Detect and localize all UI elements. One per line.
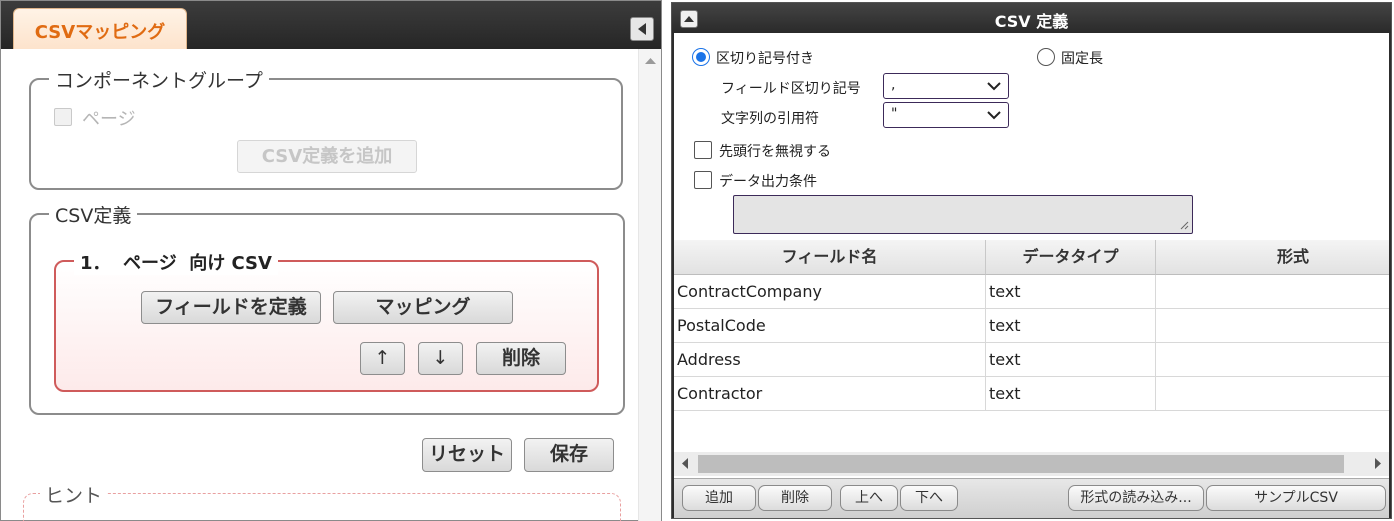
field-name-cell: Address (674, 343, 986, 377)
table-row[interactable]: ContractCompany text (674, 275, 1389, 309)
add-csv-definition-button[interactable]: CSV定義を追加 (237, 140, 417, 173)
tab-csv-mapping-label: CSVマッピング (34, 22, 166, 43)
delete-field-button[interactable]: 削除 (758, 485, 832, 511)
scroll-left-icon[interactable] (681, 458, 689, 469)
csv-definition-item: 1． ページ 向け CSV フィールドを定義 マッピング ↑ ↓ 削除 (54, 249, 599, 392)
quote-char-label: 文字列の引用符 (721, 111, 819, 127)
mapping-button[interactable]: マッピング (333, 291, 513, 324)
csv-definition-legend: CSV定義 (49, 201, 138, 228)
data-output-condition-label: データ出力条件 (719, 174, 817, 190)
reset-button[interactable]: リセット (422, 438, 512, 472)
hint-legend: ヒント (40, 481, 108, 508)
left-scrollbar[interactable] (638, 49, 661, 521)
move-up-button[interactable]: ↑ (360, 342, 405, 375)
save-button[interactable]: 保存 (524, 438, 614, 472)
csv-definition-fieldset: CSV定義 1． ページ 向け CSV フィールドを定義 マッピング ↑ ↓ 削… (29, 201, 625, 415)
table-action-bar: 追加 削除 上へ 下へ 形式の読み込み... サンプルCSV (674, 478, 1389, 518)
csv-definition-panel: CSV 定義 区切り記号付き 固定長 フィールド区切り記号 , 文字列の引用符 … (671, 2, 1392, 519)
page-checkbox[interactable] (54, 108, 72, 126)
component-group-fieldset: コンポーネントグループ ページ CSV定義を追加 (29, 66, 623, 190)
quote-char-value: " (891, 106, 898, 122)
dialog-title: CSV 定義 (994, 12, 1069, 31)
left-panel-header: CSVマッピング (1, 1, 661, 49)
format-cell (1156, 377, 1389, 411)
page-checkbox-label: ページ (82, 109, 136, 130)
define-fields-button[interactable]: フィールドを定義 (141, 291, 321, 324)
column-header-field-name[interactable]: フィールド名 (674, 240, 986, 275)
data-type-cell: text (986, 343, 1156, 377)
horizontal-scroll-thumb[interactable] (698, 455, 1344, 473)
format-cell (1156, 309, 1389, 343)
move-field-down-button[interactable]: 下へ (900, 485, 958, 511)
add-field-button[interactable]: 追加 (682, 485, 756, 511)
move-field-up-button[interactable]: 上へ (840, 485, 898, 511)
data-output-condition-textarea[interactable] (733, 195, 1193, 234)
table-row[interactable]: Contractor text (674, 377, 1389, 411)
hint-fieldset: ヒント (23, 481, 621, 521)
csv-item-title: 1． ページ 向け CSV (74, 249, 278, 275)
field-delimiter-label: フィールド区切り記号 (721, 81, 861, 97)
component-group-legend: コンポーネントグループ (49, 66, 269, 93)
delimited-radio[interactable] (692, 48, 710, 66)
chevron-down-icon (987, 111, 1001, 120)
table-row[interactable]: Address text (674, 343, 1389, 377)
field-table: フィールド名 データタイプ 形式 ContractCompany text Po… (674, 240, 1389, 450)
ignore-header-label: 先頭行を無視する (719, 144, 831, 160)
resize-grip-icon[interactable] (1180, 221, 1189, 230)
csv-mapping-panel: CSVマッピング コンポーネントグループ ページ CSV定義を追加 CSV定義 … (0, 0, 662, 521)
delete-button[interactable]: 削除 (476, 342, 566, 375)
quote-char-select[interactable]: " (883, 102, 1009, 128)
field-name-cell: PostalCode (674, 309, 986, 343)
chevron-down-icon (987, 82, 1001, 91)
data-type-cell: text (986, 275, 1156, 309)
field-name-cell: Contractor (674, 377, 986, 411)
table-row[interactable]: PostalCode text (674, 309, 1389, 343)
load-format-button[interactable]: 形式の読み込み... (1068, 485, 1204, 511)
data-type-cell: text (986, 377, 1156, 411)
delimited-label: 区切り記号付き (716, 51, 814, 67)
column-header-data-type[interactable]: データタイプ (986, 240, 1156, 275)
fixed-length-label: 固定長 (1061, 51, 1103, 67)
csv-definition-titlebar: CSV 定義 (672, 3, 1391, 33)
scroll-up-icon[interactable] (645, 57, 656, 65)
horizontal-scrollbar[interactable] (674, 452, 1389, 476)
panel-right-border (1389, 33, 1391, 518)
ignore-header-checkbox[interactable] (694, 141, 712, 159)
sample-csv-button[interactable]: サンプルCSV (1206, 485, 1386, 511)
format-cell (1156, 275, 1389, 309)
move-down-button[interactable]: ↓ (418, 342, 463, 375)
data-type-cell: text (986, 309, 1156, 343)
column-header-format[interactable]: 形式 (1156, 240, 1389, 275)
tab-csv-mapping[interactable]: CSVマッピング (13, 8, 187, 49)
field-delimiter-select[interactable]: , (883, 73, 1009, 99)
collapse-panel-button[interactable] (630, 17, 654, 41)
field-delimiter-value: , (891, 77, 896, 93)
scroll-right-icon[interactable] (1374, 458, 1382, 469)
format-cell (1156, 343, 1389, 377)
field-name-cell: ContractCompany (674, 275, 986, 309)
triangle-left-icon (638, 23, 646, 35)
data-output-condition-checkbox[interactable] (694, 171, 712, 189)
fixed-length-radio[interactable] (1037, 48, 1055, 66)
